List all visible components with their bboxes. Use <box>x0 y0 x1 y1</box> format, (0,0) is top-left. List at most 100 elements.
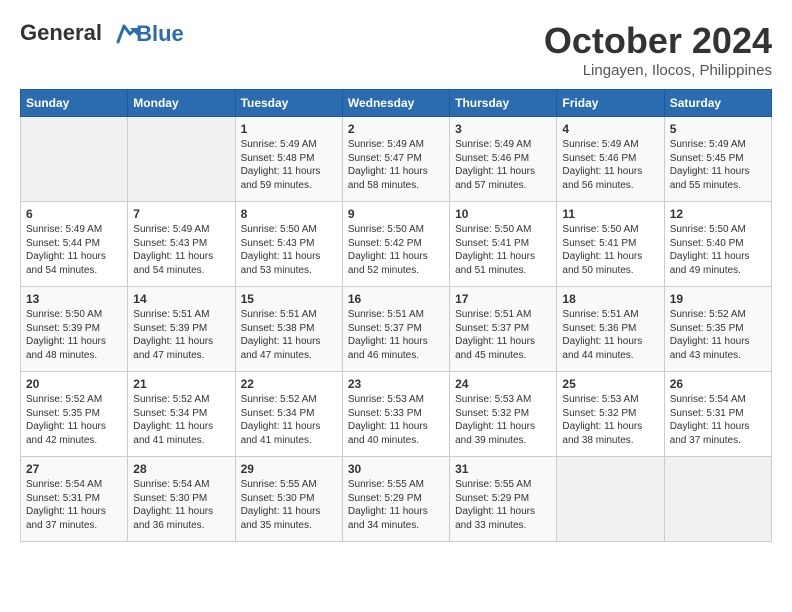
calendar-table: SundayMondayTuesdayWednesdayThursdayFrid… <box>20 89 772 542</box>
day-number: 26 <box>670 377 766 391</box>
day-number: 18 <box>562 292 658 306</box>
cell-content: Sunrise: 5:49 AMSunset: 5:44 PMDaylight:… <box>26 223 122 277</box>
cell-content: Sunrise: 5:49 AMSunset: 5:47 PMDaylight:… <box>348 138 444 192</box>
cell-content: Sunrise: 5:51 AMSunset: 5:39 PMDaylight:… <box>133 308 229 362</box>
cell-content: Sunrise: 5:49 AMSunset: 5:43 PMDaylight:… <box>133 223 229 277</box>
day-number: 7 <box>133 207 229 221</box>
calendar-cell: 19 Sunrise: 5:52 AMSunset: 5:35 PMDayligh… <box>664 287 771 372</box>
calendar-cell: 31 Sunrise: 5:55 AMSunset: 5:29 PMDayligh… <box>450 457 557 542</box>
calendar-cell: 28Sunrise: 5:54 AMSunset: 5:30 PMDayligh… <box>128 457 235 542</box>
page-header: General Blue October 2024 Lingayen, Iloc… <box>20 20 772 79</box>
day-number: 16 <box>348 292 444 306</box>
logo: General Blue <box>20 20 184 48</box>
cell-content: Sunrise: 5:53 AMSunset: 5:32 PMDaylight:… <box>562 393 658 447</box>
weekday-header: Wednesday <box>342 90 449 117</box>
calendar-cell: 2 Sunrise: 5:49 AMSunset: 5:47 PMDaylight… <box>342 117 449 202</box>
calendar-cell: 4 Sunrise: 5:49 AMSunset: 5:46 PMDaylight… <box>557 117 664 202</box>
day-number: 6 <box>26 207 122 221</box>
cell-content: Sunrise: 5:50 AMSunset: 5:42 PMDaylight:… <box>348 223 444 277</box>
day-number: 2 <box>348 122 444 136</box>
day-number: 8 <box>241 207 337 221</box>
day-number: 19 <box>670 292 766 306</box>
calendar-cell: 3 Sunrise: 5:49 AMSunset: 5:46 PMDaylight… <box>450 117 557 202</box>
logo-icon <box>110 20 138 48</box>
calendar-cell <box>21 117 128 202</box>
cell-content: Sunrise: 5:55 AMSunset: 5:29 PMDaylight:… <box>348 478 444 532</box>
day-number: 10 <box>455 207 551 221</box>
day-number: 1 <box>241 122 337 136</box>
cell-content: Sunrise: 5:53 AMSunset: 5:32 PMDaylight:… <box>455 393 551 447</box>
day-number: 31 <box>455 462 551 476</box>
cell-content: Sunrise: 5:49 AMSunset: 5:46 PMDaylight:… <box>562 138 658 192</box>
cell-content: Sunrise: 5:50 AMSunset: 5:43 PMDaylight:… <box>241 223 337 277</box>
cell-content: Sunrise: 5:52 AMSunset: 5:35 PMDaylight:… <box>670 308 766 362</box>
cell-content: Sunrise: 5:49 AMSunset: 5:46 PMDaylight:… <box>455 138 551 192</box>
calendar-cell: 11Sunrise: 5:50 AMSunset: 5:41 PMDayligh… <box>557 202 664 287</box>
calendar-cell: 29Sunrise: 5:55 AMSunset: 5:30 PMDayligh… <box>235 457 342 542</box>
day-number: 4 <box>562 122 658 136</box>
location-subtitle: Lingayen, Ilocos, Philippines <box>544 62 772 79</box>
calendar-cell: 26Sunrise: 5:54 AMSunset: 5:31 PMDayligh… <box>664 372 771 457</box>
calendar-cell: 12 Sunrise: 5:50 AMSunset: 5:40 PMDayligh… <box>664 202 771 287</box>
calendar-cell: 7 Sunrise: 5:49 AMSunset: 5:43 PMDaylight… <box>128 202 235 287</box>
calendar-cell: 14 Sunrise: 5:51 AMSunset: 5:39 PMDayligh… <box>128 287 235 372</box>
logo-general: General <box>20 20 102 45</box>
calendar-cell: 25 Sunrise: 5:53 AMSunset: 5:32 PMDayligh… <box>557 372 664 457</box>
day-number: 13 <box>26 292 122 306</box>
cell-content: Sunrise: 5:51 AMSunset: 5:37 PMDaylight:… <box>455 308 551 362</box>
month-year-title: October 2024 <box>544 20 772 62</box>
day-number: 22 <box>241 377 337 391</box>
calendar-cell: 6 Sunrise: 5:49 AMSunset: 5:44 PMDaylight… <box>21 202 128 287</box>
calendar-week-row: 1 Sunrise: 5:49 AMSunset: 5:48 PMDaylight… <box>21 117 772 202</box>
cell-content: Sunrise: 5:52 AMSunset: 5:34 PMDaylight:… <box>133 393 229 447</box>
weekday-header: Saturday <box>664 90 771 117</box>
day-number: 5 <box>670 122 766 136</box>
cell-content: Sunrise: 5:54 AMSunset: 5:30 PMDaylight:… <box>133 478 229 532</box>
calendar-cell: 15 Sunrise: 5:51 AMSunset: 5:38 PMDayligh… <box>235 287 342 372</box>
weekday-header: Tuesday <box>235 90 342 117</box>
calendar-cell: 9 Sunrise: 5:50 AMSunset: 5:42 PMDaylight… <box>342 202 449 287</box>
calendar-cell: 13 Sunrise: 5:50 AMSunset: 5:39 PMDayligh… <box>21 287 128 372</box>
calendar-header-row: SundayMondayTuesdayWednesdayThursdayFrid… <box>21 90 772 117</box>
calendar-cell: 27Sunrise: 5:54 AMSunset: 5:31 PMDayligh… <box>21 457 128 542</box>
calendar-cell <box>128 117 235 202</box>
calendar-cell: 18Sunrise: 5:51 AMSunset: 5:36 PMDayligh… <box>557 287 664 372</box>
logo-blue: Blue <box>136 22 184 46</box>
day-number: 12 <box>670 207 766 221</box>
day-number: 29 <box>241 462 337 476</box>
calendar-cell <box>664 457 771 542</box>
weekday-header: Monday <box>128 90 235 117</box>
day-number: 15 <box>241 292 337 306</box>
cell-content: Sunrise: 5:55 AMSunset: 5:29 PMDaylight:… <box>455 478 551 532</box>
day-number: 17 <box>455 292 551 306</box>
day-number: 9 <box>348 207 444 221</box>
cell-content: Sunrise: 5:51 AMSunset: 5:37 PMDaylight:… <box>348 308 444 362</box>
calendar-week-row: 20Sunrise: 5:52 AMSunset: 5:35 PMDayligh… <box>21 372 772 457</box>
calendar-week-row: 27Sunrise: 5:54 AMSunset: 5:31 PMDayligh… <box>21 457 772 542</box>
cell-content: Sunrise: 5:51 AMSunset: 5:38 PMDaylight:… <box>241 308 337 362</box>
day-number: 24 <box>455 377 551 391</box>
calendar-cell: 8 Sunrise: 5:50 AMSunset: 5:43 PMDaylight… <box>235 202 342 287</box>
calendar-cell: 22 Sunrise: 5:52 AMSunset: 5:34 PMDayligh… <box>235 372 342 457</box>
cell-content: Sunrise: 5:50 AMSunset: 5:40 PMDaylight:… <box>670 223 766 277</box>
day-number: 3 <box>455 122 551 136</box>
calendar-cell: 1 Sunrise: 5:49 AMSunset: 5:48 PMDaylight… <box>235 117 342 202</box>
cell-content: Sunrise: 5:52 AMSunset: 5:34 PMDaylight:… <box>241 393 337 447</box>
weekday-header: Sunday <box>21 90 128 117</box>
cell-content: Sunrise: 5:50 AMSunset: 5:39 PMDaylight:… <box>26 308 122 362</box>
calendar-cell: 10Sunrise: 5:50 AMSunset: 5:41 PMDayligh… <box>450 202 557 287</box>
calendar-cell: 16 Sunrise: 5:51 AMSunset: 5:37 PMDayligh… <box>342 287 449 372</box>
day-number: 20 <box>26 377 122 391</box>
day-number: 25 <box>562 377 658 391</box>
cell-content: Sunrise: 5:49 AMSunset: 5:45 PMDaylight:… <box>670 138 766 192</box>
calendar-week-row: 6 Sunrise: 5:49 AMSunset: 5:44 PMDaylight… <box>21 202 772 287</box>
weekday-header: Thursday <box>450 90 557 117</box>
day-number: 23 <box>348 377 444 391</box>
calendar-cell: 21Sunrise: 5:52 AMSunset: 5:34 PMDayligh… <box>128 372 235 457</box>
day-number: 30 <box>348 462 444 476</box>
calendar-cell <box>557 457 664 542</box>
day-number: 14 <box>133 292 229 306</box>
cell-content: Sunrise: 5:49 AMSunset: 5:48 PMDaylight:… <box>241 138 337 192</box>
calendar-week-row: 13 Sunrise: 5:50 AMSunset: 5:39 PMDayligh… <box>21 287 772 372</box>
weekday-header: Friday <box>557 90 664 117</box>
